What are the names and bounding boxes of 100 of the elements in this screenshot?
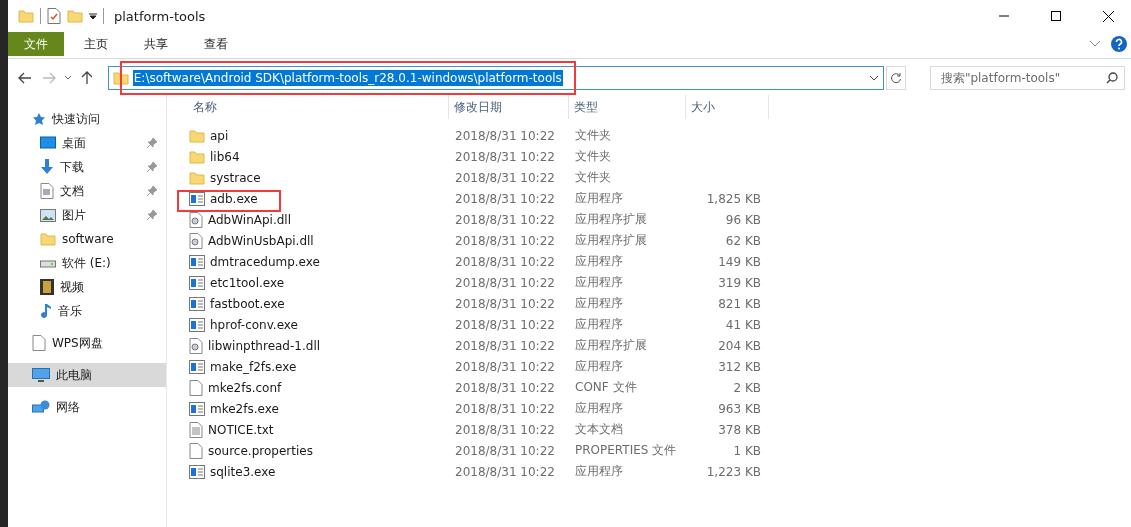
folder-icon [112,70,129,86]
application-icon [189,296,205,311]
column-header[interactable]: 名称 [177,95,449,119]
file-name[interactable]: AdbWinApi.dll [208,212,292,227]
file-name[interactable]: api [210,128,229,143]
drive-icon [40,258,56,268]
date-cell-text: 2018/8/31 10:22 [454,128,556,143]
file-name[interactable]: hprof-conv.exe [210,317,298,332]
sidebar-item[interactable]: software [8,227,166,251]
size-cell-text: 319 KB [717,275,762,290]
type-cell-text: 应用程序 [574,253,624,270]
sidebar-item[interactable]: 网络 [8,395,166,419]
ribbon-tab[interactable]: 共享 [128,32,184,56]
gear-file-icon [189,337,203,354]
ribbon-tab[interactable]: 主页 [68,32,124,56]
application-icon [189,401,205,416]
type-cell-text: CONF 文件 [574,379,638,396]
date-cell-text: 2018/8/31 10:22 [454,275,556,290]
file-icon [32,335,46,351]
file-name[interactable]: source.properties [208,443,313,458]
date-cell-text: 2018/8/31 10:22 [454,254,556,269]
sidebar-item[interactable]: 软件 (E:) [8,251,166,275]
file-name[interactable]: etc1tool.exe [210,275,285,290]
column-header[interactable]: 大小 [686,95,769,119]
file-icon [189,379,203,396]
size-cell-text: 1,223 KB [705,464,762,479]
application-icon [189,254,205,269]
search-icon[interactable] [1106,72,1118,84]
sidebar-item[interactable]: 此电脑 [8,363,166,387]
file-name[interactable]: mke2fs.conf [208,380,282,395]
file-name[interactable]: mke2fs.exe [210,401,279,416]
size-cell-text: 963 KB [717,401,762,416]
size-cell-text: 96 KB [724,212,762,227]
desktop-icon [40,136,56,150]
type-cell-text: 应用程序 [574,316,624,333]
type-cell-text: 应用程序 [574,400,624,417]
file-name[interactable]: make_f2fs.exe [210,359,297,374]
date-cell-text: 2018/8/31 10:22 [454,443,556,458]
date-cell-text: 2018/8/31 10:22 [454,233,556,248]
maximize-icon[interactable] [1051,11,1061,21]
application-icon [189,359,205,374]
refresh-button[interactable] [885,66,906,90]
file-name[interactable]: libwinpthread-1.dll [208,338,321,353]
date-cell-text: 2018/8/31 10:22 [454,422,556,437]
sidebar-item[interactable]: 下载 [8,155,166,179]
size-cell-text: 1 KB [732,443,762,458]
folder-icon [189,127,205,144]
close-icon[interactable] [1102,10,1114,22]
ribbon-tab[interactable]: 查看 [188,32,244,56]
file-name[interactable]: fastboot.exe [210,296,285,311]
sidebar-item[interactable]: 文档 [8,179,166,203]
sidebar-item[interactable]: 视频 [8,275,166,299]
sidebar-item[interactable]: 快速访问 [8,107,166,131]
pin-icon[interactable] [146,137,158,149]
application-icon [189,275,205,290]
file-name[interactable]: systrace [210,170,261,185]
refresh-icon[interactable] [889,72,902,84]
sidebar-item[interactable]: 音乐 [8,299,166,323]
folder-icon [40,231,56,247]
column-header[interactable]: 修改日期 [449,95,569,119]
sidebar-item[interactable]: 图片 [8,203,166,227]
file-name[interactable]: adb.exe [210,191,258,206]
type-cell-text: 文件夹 [574,127,612,144]
size-cell-text: 821 KB [717,296,762,311]
type-cell-text: 应用程序 [574,274,624,291]
sidebar-item[interactable]: 桌面 [8,131,166,155]
pin-icon[interactable] [146,185,158,197]
size-cell-text: 41 KB [724,317,762,332]
network-icon [32,400,50,414]
pin-icon[interactable] [146,161,158,173]
type-cell-text: 应用程序扩展 [574,337,648,354]
size-cell-text: 312 KB [717,359,762,374]
star-icon [32,112,46,126]
type-cell-text: 应用程序 [574,295,624,312]
search-field[interactable]: 搜索"platform-tools" [929,66,1125,90]
chevron-down-icon[interactable] [868,75,879,81]
size-cell-text: 378 KB [717,422,762,437]
file-name[interactable]: dmtracedump.exe [210,254,320,269]
application-icon [189,317,205,332]
window-title: platform-tools [114,8,207,24]
sidebar-item[interactable]: WPS网盘 [8,331,166,355]
file-name[interactable]: sqlite3.exe [210,464,276,479]
text-file-icon [189,421,203,438]
properties-icon[interactable] [47,8,61,24]
date-cell-text: 2018/8/31 10:22 [454,296,556,311]
file-name[interactable]: AdbWinUsbApi.dll [208,233,314,248]
type-cell-text: 应用程序 [574,358,624,375]
file-name[interactable]: lib64 [210,149,240,164]
date-cell-text: 2018/8/31 10:22 [454,464,556,479]
column-header[interactable]: 类型 [569,95,686,119]
address-bar[interactable]: E:\software\Android SDK\platform-tools_r28.0.1-windows\platform-tools [107,66,884,90]
date-cell-text: 2018/8/31 10:22 [454,380,556,395]
date-cell-text: 2018/8/31 10:22 [454,359,556,374]
size-cell-text: 62 KB [724,233,762,248]
file-menu-tab[interactable]: 文件 [8,32,64,56]
pin-icon[interactable] [146,209,158,221]
file-name[interactable]: NOTICE.txt [208,422,274,437]
dropdown-icon[interactable] [89,12,97,20]
size-cell-text: 1,825 KB [705,191,762,206]
date-cell-text: 2018/8/31 10:22 [454,149,556,164]
